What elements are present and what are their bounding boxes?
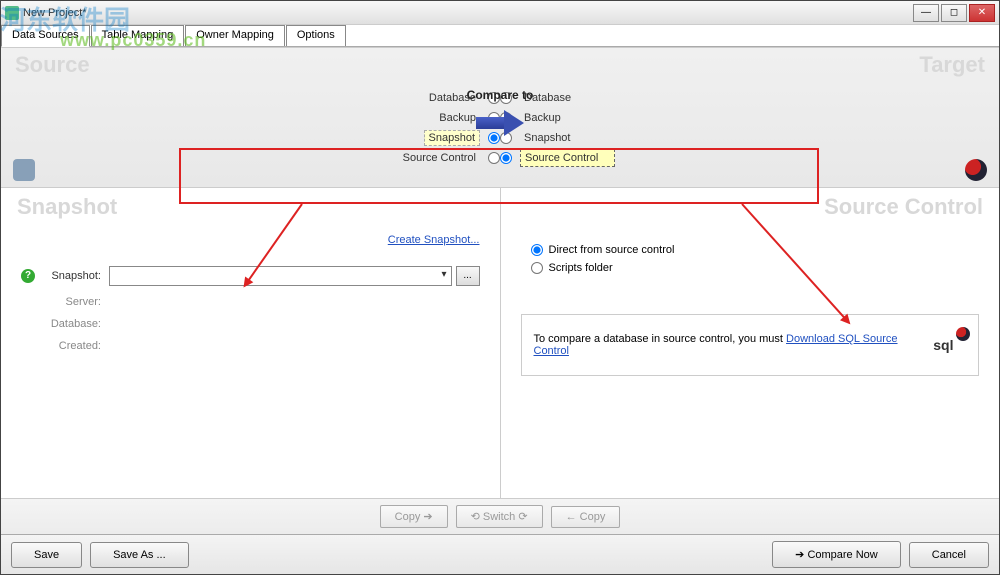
database-icon <box>13 159 35 181</box>
database-field-label: Database: <box>21 318 101 330</box>
close-button[interactable]: ✕ <box>969 4 995 22</box>
snapshot-field-label: Snapshot: <box>41 270 101 282</box>
maximize-button[interactable]: ◻ <box>941 4 967 22</box>
yinyang-icon <box>965 159 987 181</box>
tab-data-sources[interactable]: Data Sources <box>1 25 90 47</box>
footer: Save Save As ... ➔ Compare Now Cancel <box>1 534 999 574</box>
save-button[interactable]: Save <box>11 542 82 568</box>
app-window: New Project* — ◻ ✕ Data Sources Table Ma… <box>0 0 1000 575</box>
direct-radio[interactable] <box>531 244 543 256</box>
create-snapshot-link[interactable]: Create Snapshot... <box>388 234 480 246</box>
created-field-label: Created: <box>21 340 101 352</box>
compare-to-block: Compare to <box>440 88 560 138</box>
copy-left-button[interactable]: ← Copy <box>551 506 621 528</box>
target-label: Target <box>919 52 985 78</box>
browse-button[interactable]: ... <box>456 266 480 286</box>
sql-logo-icon: sql <box>921 329 966 361</box>
compare-now-button[interactable]: ➔ Compare Now <box>772 541 901 568</box>
tab-options[interactable]: Options <box>286 25 346 46</box>
compare-to-label: Compare to <box>440 88 560 102</box>
cancel-button[interactable]: Cancel <box>909 542 989 568</box>
tab-table-mapping[interactable]: Table Mapping <box>91 25 185 46</box>
snapshot-panel-title: Snapshot <box>17 194 117 220</box>
app-icon <box>5 6 19 20</box>
server-field-label: Server: <box>21 296 101 308</box>
snapshot-combo[interactable] <box>109 266 452 286</box>
scripts-label: Scripts folder <box>549 262 613 274</box>
help-icon[interactable]: ? <box>21 269 35 283</box>
compare-arrow-icon <box>470 108 530 138</box>
middle-button-bar: Copy ➔ ⟲ Switch ⟳ ← Copy <box>1 498 999 534</box>
snapshot-panel: Snapshot Create Snapshot... ? Snapshot: … <box>1 188 500 498</box>
minimize-button[interactable]: — <box>913 4 939 22</box>
window-buttons: — ◻ ✕ <box>913 4 995 22</box>
scripts-radio[interactable] <box>531 262 543 274</box>
direct-label: Direct from source control <box>549 244 675 256</box>
download-message: To compare a database in source control,… <box>521 314 980 376</box>
save-as-button[interactable]: Save As ... <box>90 542 189 568</box>
body-row: Snapshot Create Snapshot... ? Snapshot: … <box>1 188 999 498</box>
annotation-box <box>179 148 819 204</box>
source-control-panel: Source Control Direct from source contro… <box>500 188 1000 498</box>
tab-owner-mapping[interactable]: Owner Mapping <box>185 25 285 46</box>
source-label: Source <box>15 52 90 78</box>
switch-button[interactable]: ⟲ Switch ⟳ <box>456 505 543 528</box>
content: Source Database Backup Snapshot Source C… <box>1 47 999 534</box>
window-title: New Project* <box>23 7 913 19</box>
copy-right-button[interactable]: Copy ➔ <box>380 505 448 528</box>
tab-bar: Data Sources Table Mapping Owner Mapping… <box>1 25 999 47</box>
msg-text: To compare a database in source control,… <box>534 333 913 357</box>
source-control-panel-title: Source Control <box>824 194 983 220</box>
titlebar: New Project* — ◻ ✕ <box>1 1 999 25</box>
